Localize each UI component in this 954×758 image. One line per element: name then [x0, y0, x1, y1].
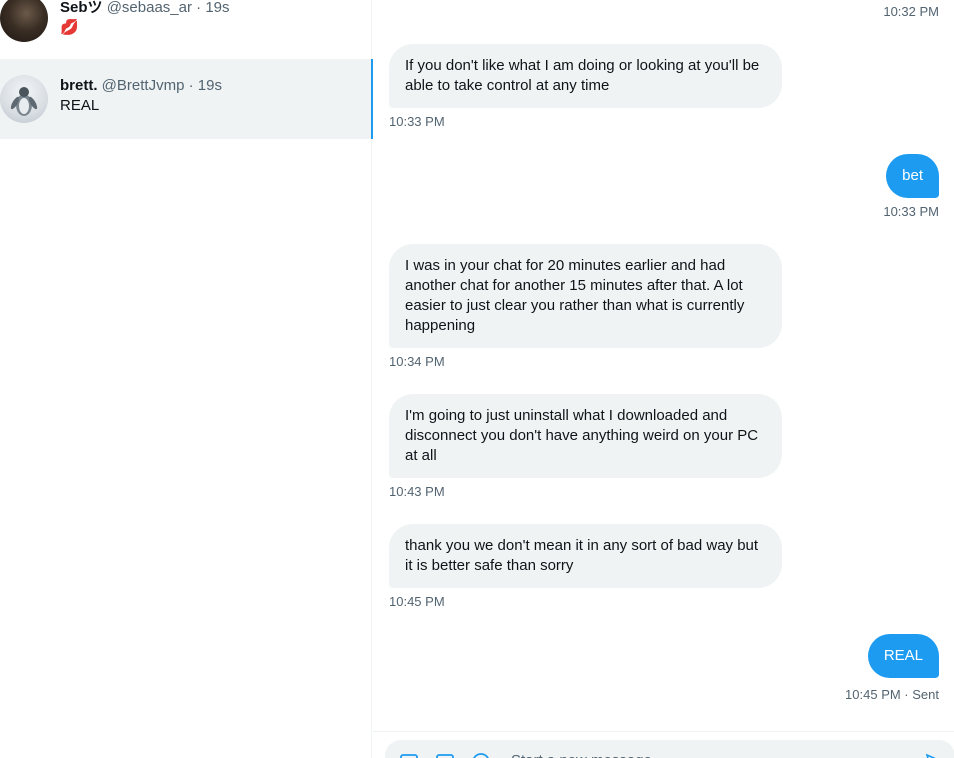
- message-timestamp: 10:34 PM: [389, 354, 445, 369]
- conversation-time: 19s: [205, 0, 230, 16]
- conversation-preview: 💋: [60, 19, 79, 36]
- composer-box: [385, 740, 954, 758]
- avatar[interactable]: [0, 75, 48, 123]
- message-input[interactable]: [511, 748, 891, 758]
- conversation-text: brett. @BrettJvmp · 19s REAL: [60, 76, 222, 116]
- send-icon[interactable]: [925, 752, 945, 758]
- conversation-name: Sebツ: [60, 0, 103, 16]
- conversation-preview: REAL: [60, 97, 100, 114]
- emoji-icon[interactable]: [471, 752, 491, 758]
- penguin-avatar-image: [10, 87, 38, 116]
- message-bubble-incoming[interactable]: I was in your chat for 20 minutes earlie…: [389, 244, 782, 348]
- message-bubble-incoming[interactable]: If you don't like what I am doing or loo…: [389, 44, 782, 108]
- conversation-name: brett.: [60, 77, 98, 94]
- conversation-list: Sebツ @sebaas_ar · 19s 💋 brett. @BrettJvm…: [0, 0, 373, 758]
- conversation-item-brett[interactable]: brett. @BrettJvmp · 19s REAL: [0, 59, 373, 139]
- conversation-time: 19s: [197, 77, 222, 94]
- message-composer: [373, 731, 954, 758]
- conversation-item-seb[interactable]: Sebツ @sebaas_ar · 19s 💋: [0, 0, 372, 56]
- message-status: 10:45 PM · Sent: [845, 687, 939, 702]
- conversation-handle: @sebaas_ar: [106, 0, 192, 16]
- conversation-text: Sebツ @sebaas_ar · 19s 💋: [60, 0, 230, 38]
- message-timestamp: 10:45 PM: [389, 594, 445, 609]
- avatar[interactable]: [0, 0, 48, 42]
- message-bubble-incoming[interactable]: I'm going to just uninstall what I downl…: [389, 394, 782, 478]
- separator-dot: ·: [196, 0, 202, 16]
- conversation-header: Sebツ @sebaas_ar · 19s: [60, 0, 230, 18]
- gif-icon[interactable]: [435, 752, 455, 758]
- conversation-header: brett. @BrettJvmp · 19s: [60, 76, 222, 96]
- message-timestamp: 10:43 PM: [389, 484, 445, 499]
- message-thread: 10:32 PM If you don't like what I am doi…: [373, 0, 954, 732]
- conversation-handle: @BrettJvmp: [101, 77, 185, 94]
- message-bubble-outgoing[interactable]: REAL: [867, 634, 939, 678]
- message-timestamp: 10:33 PM: [883, 204, 939, 219]
- image-icon[interactable]: [399, 752, 419, 758]
- message-bubble-outgoing[interactable]: bet: [886, 154, 939, 198]
- message-timestamp: 10:32 PM: [883, 4, 939, 19]
- message-timestamp: 10:33 PM: [389, 114, 445, 129]
- message-bubble-incoming[interactable]: thank you we don't mean it in any sort o…: [389, 524, 782, 588]
- messages-app: Sebツ @sebaas_ar · 19s 💋 brett. @BrettJvm…: [0, 0, 954, 758]
- separator-dot: ·: [188, 77, 194, 94]
